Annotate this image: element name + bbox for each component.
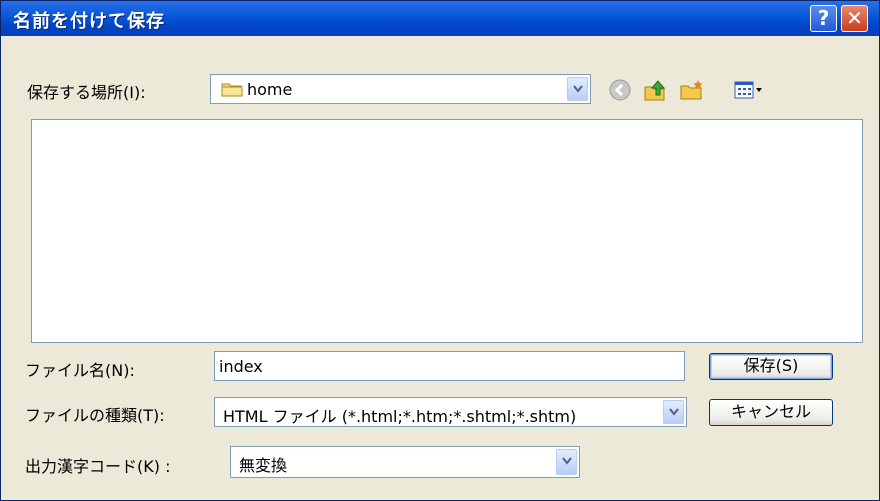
folder-icon xyxy=(221,81,243,101)
encoding-value: 無変換 xyxy=(239,456,288,475)
filename-label: ファイル名(N): xyxy=(25,361,135,380)
close-button[interactable]: ✕ xyxy=(841,5,868,32)
cancel-button[interactable]: キャンセル xyxy=(709,399,833,426)
location-value: home xyxy=(247,80,293,99)
save-as-dialog: 名前を付けて保存 ? ✕ 保存する場所(I): home ファイル名(N): i… xyxy=(0,0,880,501)
filename-input[interactable]: index xyxy=(214,351,685,381)
back-icon[interactable] xyxy=(608,78,632,102)
location-label: 保存する場所(I): xyxy=(27,83,146,102)
filetype-value: HTML ファイル (*.html;*.htm;*.shtml;*.shtm) xyxy=(223,407,577,426)
location-dropdown[interactable]: home xyxy=(210,74,591,104)
new-folder-icon[interactable] xyxy=(679,78,705,102)
filename-value: index xyxy=(219,357,263,376)
encoding-label: 出力漢字コード(K) : xyxy=(25,457,171,476)
help-button[interactable]: ? xyxy=(810,5,837,32)
filetype-dropdown-button[interactable] xyxy=(663,400,684,424)
dialog-title: 名前を付けて保存 xyxy=(13,11,165,32)
up-folder-icon[interactable] xyxy=(642,78,668,102)
filetype-label: ファイルの種類(T): xyxy=(25,406,165,425)
encoding-dropdown-button[interactable] xyxy=(556,449,577,475)
location-dropdown-button[interactable] xyxy=(567,77,588,101)
encoding-dropdown[interactable]: 無変換 xyxy=(230,446,580,478)
title-bar[interactable]: 名前を付けて保存 ? ✕ xyxy=(1,1,879,36)
file-list[interactable] xyxy=(31,119,863,343)
filetype-dropdown[interactable]: HTML ファイル (*.html;*.htm;*.shtml;*.shtm) xyxy=(214,397,687,427)
save-button[interactable]: 保存(S) xyxy=(709,353,833,380)
chevron-down-icon xyxy=(669,408,679,416)
chevron-down-icon xyxy=(573,85,583,93)
view-menu-icon[interactable] xyxy=(734,78,766,102)
chevron-down-icon xyxy=(562,457,572,465)
